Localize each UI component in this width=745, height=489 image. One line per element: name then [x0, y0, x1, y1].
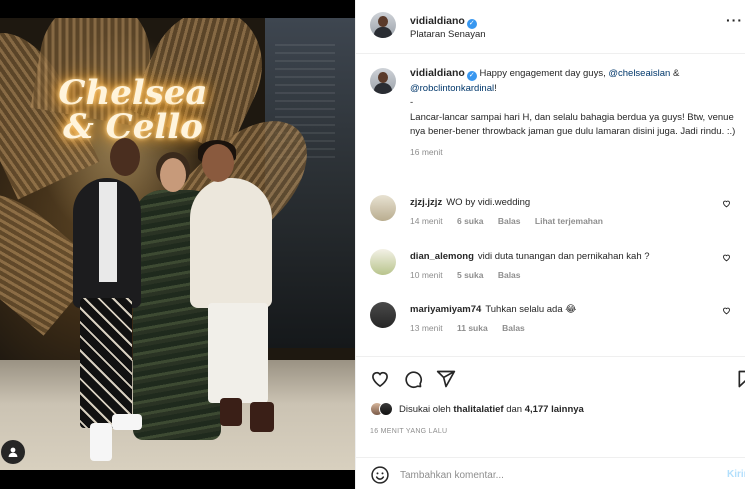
comment-likes[interactable]: 5 suka	[457, 270, 483, 280]
comment-heart-icon[interactable]	[722, 306, 731, 317]
comment-heart-icon[interactable]	[722, 199, 731, 210]
comment: zjzj.jzjz WO by vidi.wedding 14 menit 6 s…	[410, 196, 730, 228]
mention-link[interactable]: @chelseaislan	[608, 68, 670, 79]
reply-button[interactable]: Balas	[502, 323, 525, 333]
likes-summary: Disukai oleh thalitalatief dan 4,177 lai…	[370, 402, 584, 416]
caption-avatar[interactable]	[370, 68, 396, 94]
avatar-face	[378, 72, 388, 83]
caption-line: vidialdiano ✓ Happy engagement day guys, …	[410, 66, 740, 96]
shoe	[90, 423, 112, 461]
comment-icon[interactable]	[403, 369, 423, 389]
caption-amp: &	[672, 68, 680, 79]
emoji-icon[interactable]	[370, 465, 390, 489]
comment: dian_alemong vidi duta tunangan dan perni…	[410, 250, 730, 282]
header-username[interactable]: vidialdiano	[410, 15, 465, 27]
comment-form: Kirim	[356, 457, 745, 489]
verified-icon: ✓	[466, 19, 477, 29]
avatar-face	[378, 16, 388, 27]
comment-username[interactable]: dian_alemong	[410, 251, 474, 262]
caption-text: !	[494, 82, 497, 94]
caption-dash: -	[410, 97, 414, 108]
comment-meta: 10 menit 5 suka Balas	[410, 269, 730, 282]
heart-icon[interactable]	[370, 369, 390, 389]
caption-meta: 16 menit	[410, 145, 740, 160]
person-left	[73, 178, 141, 308]
comment-text: Tuhkan selalu ada	[485, 304, 563, 315]
post-photo[interactable]: Chelsea & Cello	[0, 18, 355, 470]
avatar-body	[374, 27, 392, 38]
patterned-trousers	[80, 298, 132, 428]
comment-text: WO by vidi.wedding	[446, 197, 531, 208]
more-options-icon[interactable]: ···	[726, 12, 743, 28]
comment-meta: 13 menit 11 suka Balas	[410, 322, 730, 335]
post-timestamp[interactable]: 16 MENIT YANG LALU	[370, 428, 447, 435]
post-comment-button[interactable]: Kirim	[727, 469, 745, 480]
reply-button[interactable]: Balas	[498, 270, 521, 280]
likes-middle: dan	[506, 403, 523, 415]
post-details-panel: vidialdiano ✓ Plataran Senayan ··· vidial…	[355, 0, 745, 489]
white-trousers	[208, 303, 268, 403]
post-actions: Disukai oleh thalitalatief dan 4,177 lai…	[356, 356, 745, 486]
liker-avatar[interactable]	[379, 402, 393, 416]
comment-likes[interactable]: 6 suka	[457, 216, 483, 226]
comment-avatar[interactable]	[370, 249, 396, 275]
caption-body: Lancar-lancar sampai hari H, dan selalu …	[410, 111, 736, 138]
location-link[interactable]: Plataran Senayan	[410, 29, 486, 40]
user-tag-icon[interactable]	[1, 440, 25, 464]
likes-prefix: Disukai oleh	[399, 403, 451, 415]
shoe	[220, 398, 242, 426]
person-right	[190, 178, 272, 308]
comment-likes[interactable]: 11 suka	[457, 323, 488, 333]
head	[110, 138, 140, 176]
likes-count[interactable]: 4,177 lainnya	[525, 404, 584, 415]
caption-time[interactable]: 16 menit	[410, 147, 443, 157]
comment: mariyamiyam74 Tuhkan selalu ada 😂 13 meni…	[410, 303, 730, 335]
comment-time[interactable]: 14 menit	[410, 216, 443, 226]
reply-button[interactable]: Balas	[498, 216, 521, 226]
shoe	[112, 414, 142, 430]
head	[160, 158, 186, 192]
liker-username[interactable]: thalitalatief	[453, 404, 503, 415]
shoe	[250, 402, 274, 432]
neon-sign: Chelsea & Cello	[58, 73, 208, 147]
avatar[interactable]	[370, 12, 396, 38]
caption-username[interactable]: vidialdiano	[410, 67, 465, 79]
share-icon[interactable]	[436, 369, 456, 389]
comment-heart-icon[interactable]	[722, 253, 731, 264]
caption: vidialdiano ✓ Happy engagement day guys, …	[410, 66, 740, 159]
header-user: vidialdiano ✓	[410, 11, 477, 29]
caption-text: Happy engagement day guys,	[479, 68, 606, 79]
comment-avatar[interactable]	[370, 195, 396, 221]
comment-time[interactable]: 13 menit	[410, 323, 443, 333]
comment-input[interactable]	[400, 466, 700, 484]
verified-icon: ✓	[466, 71, 477, 81]
comment-avatar[interactable]	[370, 302, 396, 328]
head	[202, 144, 234, 182]
save-icon[interactable]	[736, 369, 745, 389]
mention-link[interactable]: @robclintonkardinal	[410, 83, 494, 94]
laughing-emoji: 😂	[565, 304, 577, 315]
post-header: vidialdiano ✓ Plataran Senayan ···	[356, 0, 745, 54]
shirt	[99, 182, 117, 282]
post-media[interactable]: Chelsea & Cello	[0, 0, 355, 489]
comment-text: vidi duta tunangan dan pernikahan kah ?	[477, 251, 650, 262]
avatar-body	[374, 83, 392, 94]
translate-button[interactable]: Lihat terjemahan	[535, 216, 603, 226]
comment-username[interactable]: zjzj.jzjz	[410, 197, 442, 208]
comment-meta: 14 menit 6 suka Balas Lihat terjemahan	[410, 215, 730, 228]
comment-time[interactable]: 10 menit	[410, 270, 443, 280]
comment-username[interactable]: mariyamiyam74	[410, 304, 481, 315]
